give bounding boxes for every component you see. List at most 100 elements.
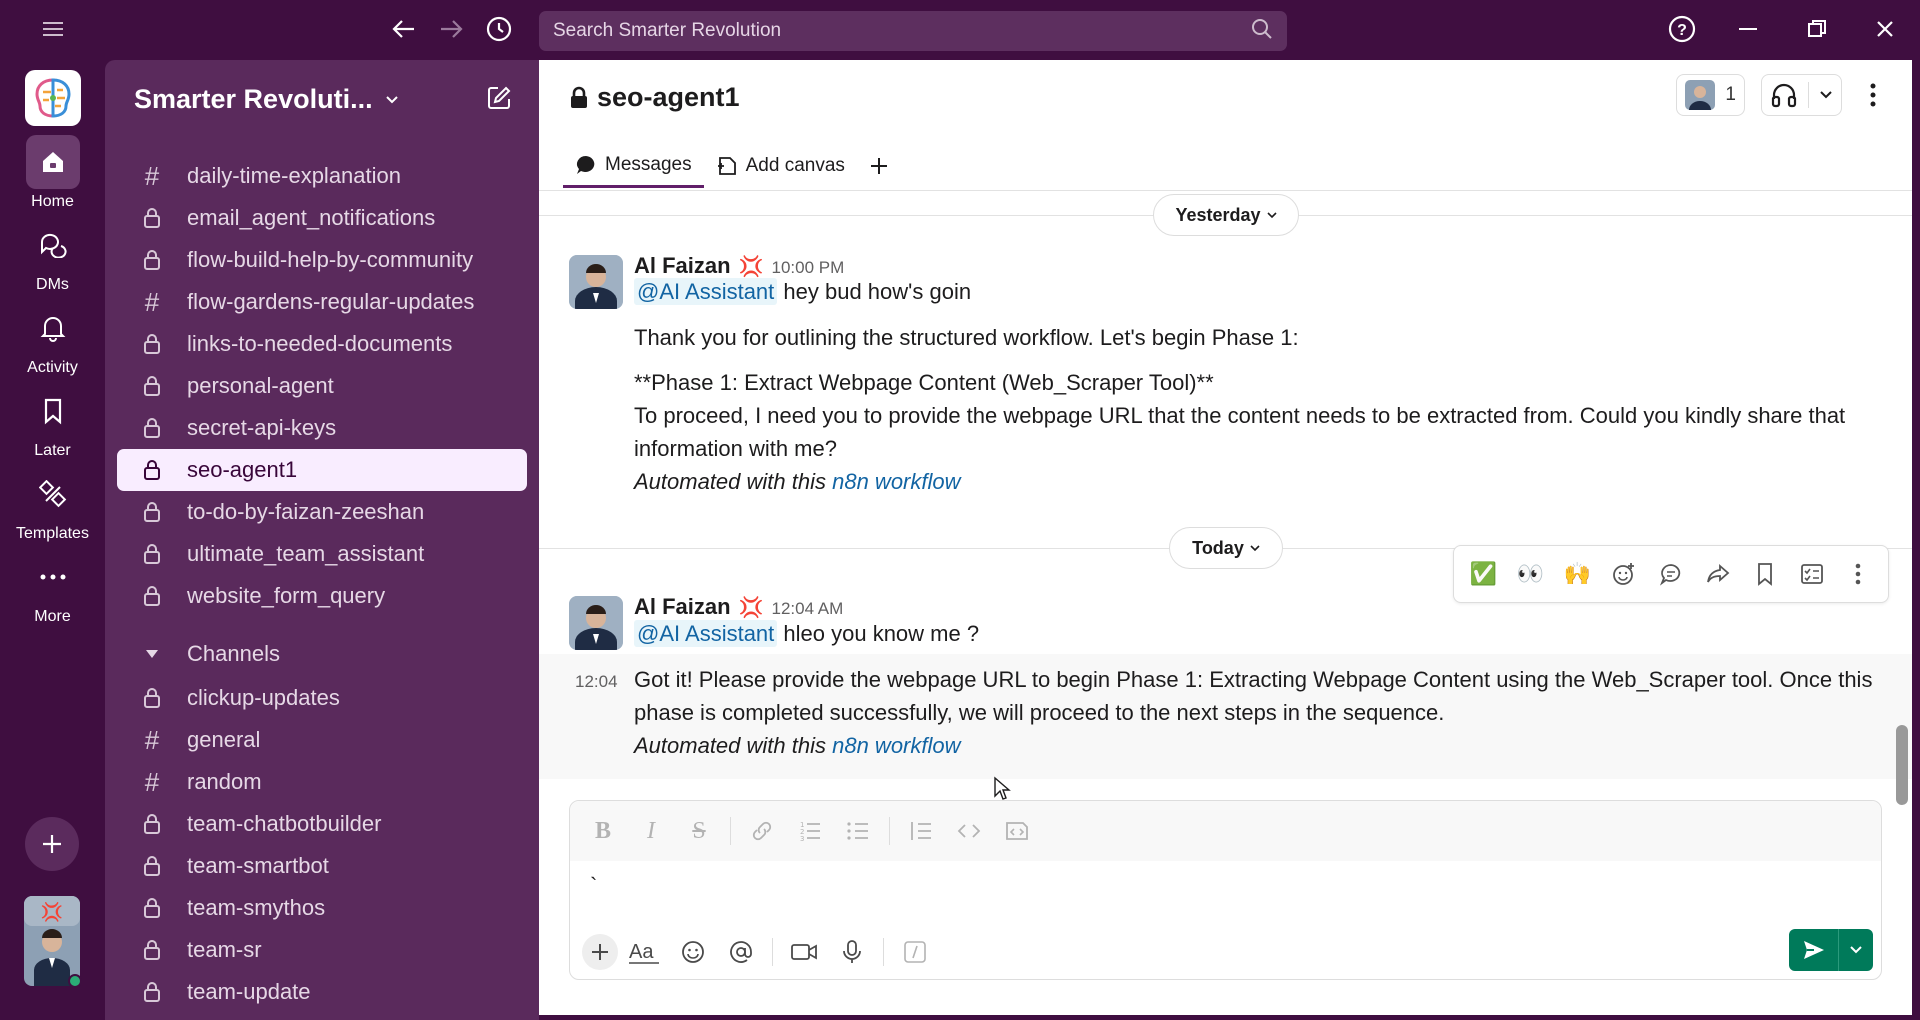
user-mention[interactable]: @AI Assistant: [634, 278, 778, 305]
author-avatar[interactable]: [569, 255, 623, 309]
tab-messages[interactable]: Messages: [563, 144, 704, 188]
author-avatar[interactable]: [569, 596, 623, 650]
message-text: phase is completed successfully, we will…: [634, 700, 1445, 725]
react-check-icon[interactable]: ✅: [1463, 554, 1503, 594]
channel-item[interactable]: to-do-by-faizan-zeeshan: [117, 491, 527, 533]
section-label: Channels: [187, 641, 280, 666]
rail-home[interactable]: Home: [0, 135, 105, 211]
rail-activity[interactable]: Activity: [0, 301, 105, 377]
workspace-name-button[interactable]: Smarter Revoluti...: [134, 84, 399, 115]
code-icon[interactable]: [948, 810, 990, 852]
message-composer: B I S 123 ` Aa: [569, 800, 1882, 980]
channel-item[interactable]: team-sr: [117, 929, 527, 971]
create-task-icon[interactable]: [1792, 554, 1832, 594]
channel-item[interactable]: secret-api-keys: [117, 407, 527, 449]
blockquote-icon[interactable]: [900, 810, 942, 852]
channels-section-toggle[interactable]: Channels: [117, 631, 527, 677]
channel-item[interactable]: personal-agent: [117, 365, 527, 407]
channel-name: flow-build-help-by-community: [187, 247, 474, 272]
lock-icon: [571, 86, 587, 108]
forward-arrow-icon[interactable]: [434, 12, 468, 46]
send-button: [1789, 929, 1873, 971]
channel-item[interactable]: website_form_query: [117, 575, 527, 617]
rail-dms[interactable]: DMs: [0, 218, 105, 294]
forward-share-icon[interactable]: [1698, 554, 1738, 594]
link-icon[interactable]: [741, 810, 783, 852]
channel-title-button[interactable]: seo-agent1: [569, 82, 740, 113]
user-mention[interactable]: @AI Assistant: [634, 620, 778, 647]
divider: [730, 817, 731, 845]
channel-item[interactable]: links-to-needed-documents: [117, 323, 527, 365]
n8n-workflow-link[interactable]: n8n workflow: [832, 733, 960, 758]
add-workspace-button[interactable]: [25, 817, 79, 871]
bookmark-icon[interactable]: [1745, 554, 1785, 594]
compose-button[interactable]: [481, 80, 517, 116]
lock-icon: [137, 855, 167, 877]
reply-thread-icon[interactable]: [1651, 554, 1691, 594]
code-block-icon[interactable]: [996, 810, 1038, 852]
search-icon: [1251, 18, 1273, 45]
channel-title: seo-agent1: [597, 82, 740, 112]
close-icon[interactable]: [1868, 12, 1902, 46]
attach-plus-icon[interactable]: [582, 934, 618, 970]
channel-item[interactable]: team-smythos: [117, 887, 527, 929]
kebab-menu-icon[interactable]: [1858, 83, 1888, 107]
channel-item[interactable]: # random: [117, 761, 527, 803]
react-raised-hands-icon[interactable]: 🙌: [1557, 554, 1597, 594]
bold-icon[interactable]: B: [582, 810, 624, 852]
date-divider-today[interactable]: Today: [1169, 527, 1283, 569]
bullet-list-icon[interactable]: [837, 810, 879, 852]
mention-at-icon[interactable]: [720, 931, 762, 973]
restore-window-icon[interactable]: [1800, 12, 1834, 46]
history-clock-icon[interactable]: [482, 12, 516, 46]
more-actions-icon[interactable]: [1838, 554, 1878, 594]
date-divider-yesterday[interactable]: Yesterday: [1153, 194, 1299, 236]
emoji-icon[interactable]: [672, 931, 714, 973]
channel-item[interactable]: team-chatbotbuilder: [117, 803, 527, 845]
channel-item[interactable]: # flow-gardens-regular-updates: [117, 281, 527, 323]
send-icon[interactable]: [1789, 929, 1839, 971]
video-icon[interactable]: [783, 931, 825, 973]
channel-item[interactable]: clickup-updates: [117, 677, 527, 719]
message-body: hey bud how's goin: [783, 279, 972, 304]
scrollbar-thumb[interactable]: [1896, 725, 1908, 805]
message-time[interactable]: 12:04: [575, 672, 618, 692]
strikethrough-icon[interactable]: S: [678, 810, 720, 852]
tab-add-canvas[interactable]: Add canvas: [704, 144, 857, 188]
hamburger-menu-icon[interactable]: [36, 12, 70, 46]
channel-item[interactable]: email_agent_notifications: [117, 197, 527, 239]
channel-item-active[interactable]: seo-agent1: [117, 449, 527, 491]
react-eyes-icon[interactable]: 👀: [1510, 554, 1550, 594]
send-options-chevron-icon[interactable]: [1839, 929, 1873, 971]
channel-item[interactable]: flow-build-help-by-community: [117, 239, 527, 281]
channel-item[interactable]: # general: [117, 719, 527, 761]
caret-down-icon: [137, 649, 167, 659]
user-avatar[interactable]: 💢: [24, 896, 82, 1020]
microphone-icon[interactable]: [831, 931, 873, 973]
channel-item[interactable]: # daily-time-explanation: [117, 155, 527, 197]
channel-item[interactable]: team-update: [117, 971, 527, 1013]
workspace-logo[interactable]: [25, 70, 81, 126]
members-button[interactable]: 1: [1676, 74, 1745, 116]
huddle-button[interactable]: [1761, 74, 1842, 116]
rail-templates[interactable]: Templates: [0, 467, 105, 543]
add-reaction-icon[interactable]: [1604, 554, 1644, 594]
text-format-icon[interactable]: Aa: [624, 931, 666, 973]
channel-item[interactable]: ultimate_team_assistant: [117, 533, 527, 575]
channel-tabs: Messages Add canvas: [563, 144, 901, 188]
add-tab-button[interactable]: [857, 144, 901, 188]
rail-later[interactable]: Later: [0, 384, 105, 460]
search-input[interactable]: Search Smarter Revolution: [539, 11, 1287, 51]
ordered-list-icon[interactable]: 123: [789, 810, 831, 852]
back-arrow-icon[interactable]: [387, 12, 421, 46]
n8n-workflow-link[interactable]: n8n workflow: [832, 469, 960, 494]
italic-icon[interactable]: I: [630, 810, 672, 852]
message-time[interactable]: 12:04 AM: [771, 599, 843, 619]
rail-more[interactable]: More: [0, 550, 105, 626]
channel-item[interactable]: team-vultr-ai: [117, 1013, 527, 1020]
channel-item[interactable]: team-smartbot: [117, 845, 527, 887]
minimize-icon[interactable]: [1731, 12, 1765, 46]
help-icon[interactable]: ?: [1665, 12, 1699, 46]
slash-command-icon[interactable]: [894, 931, 936, 973]
message-input[interactable]: `: [590, 873, 597, 899]
